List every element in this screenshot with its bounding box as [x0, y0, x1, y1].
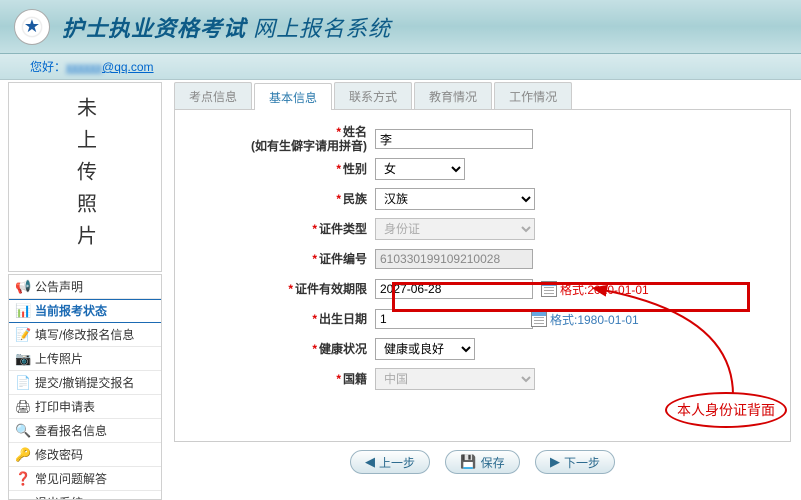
photo-placeholder-text: 未上传照片 [71, 97, 100, 257]
menu-icon: 📝 [15, 327, 31, 343]
arrow-left-icon: ◀ [365, 454, 375, 470]
input-birth[interactable] [375, 309, 533, 329]
select-gender[interactable]: 女 [375, 158, 465, 180]
save-button[interactable]: 💾保存 [445, 450, 519, 474]
photo-placeholder: 未上传照片 [8, 82, 162, 272]
menu-icon: 📄 [15, 375, 31, 391]
calendar-icon [541, 281, 557, 297]
page-title: 护士执业资格考试 网上报名系统 [62, 11, 391, 43]
menu-item-常见问题解答[interactable]: ❓常见问题解答 [9, 467, 161, 491]
menu-item-提交/撤销提交报名[interactable]: 📄提交/撤销提交报名 [9, 371, 161, 395]
menu-icon: 📢 [15, 279, 31, 295]
hint-birth: 格式:1980-01-01 [531, 311, 639, 328]
button-row: ◀上一步 💾保存 ▶下一步 [174, 450, 791, 474]
tab-bar: 考点信息基本信息联系方式教育情况工作情况 [174, 80, 791, 110]
menu-item-打印申请表[interactable]: 🖨打印申请表 [9, 395, 161, 419]
menu-label: 当前报考状态 [35, 299, 107, 323]
label-id-type: *证件类型 [175, 222, 375, 236]
annotation-bubble: 本人身份证背面 [665, 392, 787, 428]
email-blurred: xxxxxx [66, 60, 102, 74]
sidebar: 未上传照片 📢公告声明📊当前报考状态📝填写/修改报名信息📷上传照片📄提交/撤销提… [0, 80, 164, 500]
label-health: *健康状况 [175, 342, 375, 356]
menu-icon: 🔍 [15, 423, 31, 439]
user-email-link[interactable]: xxxxxx@qq.com [66, 60, 154, 74]
menu-item-查看报名信息[interactable]: 🔍查看报名信息 [9, 419, 161, 443]
tab-教育情况[interactable]: 教育情况 [414, 82, 492, 109]
select-health[interactable]: 健康或良好 [375, 338, 475, 360]
menu-item-上传照片[interactable]: 📷上传照片 [9, 347, 161, 371]
arrow-right-icon: ▶ [550, 454, 560, 470]
form-area: *姓名(如有生僻字请用拼音) *性别 女 *民族 汉族 *证件类型 身份证 *证… [174, 110, 791, 442]
menu-item-修改密码[interactable]: 🔑修改密码 [9, 443, 161, 467]
tab-工作情况[interactable]: 工作情况 [494, 82, 572, 109]
menu-item-公告声明[interactable]: 📢公告声明 [9, 275, 161, 299]
menu-icon: 📷 [15, 351, 31, 367]
menu-item-退出系统[interactable]: ↩ 退出系统 [9, 491, 161, 500]
menu-item-填写/修改报名信息[interactable]: 📝填写/修改报名信息 [9, 323, 161, 347]
tab-基本信息[interactable]: 基本信息 [254, 83, 332, 110]
menu-icon: 📊 [15, 303, 31, 319]
title-sub: 网上报名系统 [253, 16, 391, 41]
menu-label: 常见问题解答 [35, 467, 107, 491]
calendar-icon [531, 311, 547, 327]
tab-联系方式[interactable]: 联系方式 [334, 82, 412, 109]
menu-label: 填写/修改报名信息 [35, 323, 134, 347]
menu-icon: ❓ [15, 471, 31, 487]
title-main: 护士执业资格考试 [62, 16, 246, 41]
greeting-prefix: 您好： [30, 60, 66, 74]
greeting-row: 您好：xxxxxx@qq.com [0, 54, 801, 80]
input-id-no [375, 249, 533, 269]
main-content: 考点信息基本信息联系方式教育情况工作情况 *姓名(如有生僻字请用拼音) *性别 … [164, 80, 801, 500]
tab-考点信息[interactable]: 考点信息 [174, 82, 252, 109]
nav-menu: 📢公告声明📊当前报考状态📝填写/修改报名信息📷上传照片📄提交/撤销提交报名🖨打印… [8, 274, 162, 500]
menu-label: 查看报名信息 [35, 419, 107, 443]
select-id-type: 身份证 [375, 218, 535, 240]
label-nationality: *国籍 [175, 372, 375, 386]
menu-icon: 🔑 [15, 447, 31, 463]
next-button[interactable]: ▶下一步 [535, 450, 615, 474]
menu-item-当前报考状态[interactable]: 📊当前报考状态 [9, 299, 161, 323]
logo-badge [14, 9, 50, 45]
label-gender: *性别 [175, 162, 375, 176]
prev-button[interactable]: ◀上一步 [350, 450, 430, 474]
input-id-expiry[interactable] [375, 279, 533, 299]
menu-label: 修改密码 [35, 443, 83, 467]
menu-label: 公告声明 [35, 275, 83, 299]
select-nationality: 中国 [375, 368, 535, 390]
label-id-expiry: *证件有效期限 [175, 282, 375, 296]
label-ethnic: *民族 [175, 192, 375, 206]
hint-id-expiry: 格式:2020-01-01 [541, 281, 649, 298]
save-icon: 💾 [460, 454, 476, 470]
menu-label: 退出系统 [35, 491, 83, 500]
menu-label: 打印申请表 [35, 395, 95, 419]
menu-icon: 🖨 [15, 399, 31, 415]
menu-icon: ↩ [15, 495, 31, 500]
label-name: *姓名(如有生僻字请用拼音) [175, 125, 375, 153]
input-name[interactable] [375, 129, 533, 149]
label-birth: *出生日期 [175, 312, 375, 326]
email-suffix: @qq.com [102, 60, 154, 74]
menu-label: 上传照片 [35, 347, 83, 371]
select-ethnic[interactable]: 汉族 [375, 188, 535, 210]
label-id-no: *证件编号 [175, 252, 375, 266]
menu-label: 提交/撤销提交报名 [35, 371, 134, 395]
header-bar: 护士执业资格考试 网上报名系统 [0, 0, 801, 54]
